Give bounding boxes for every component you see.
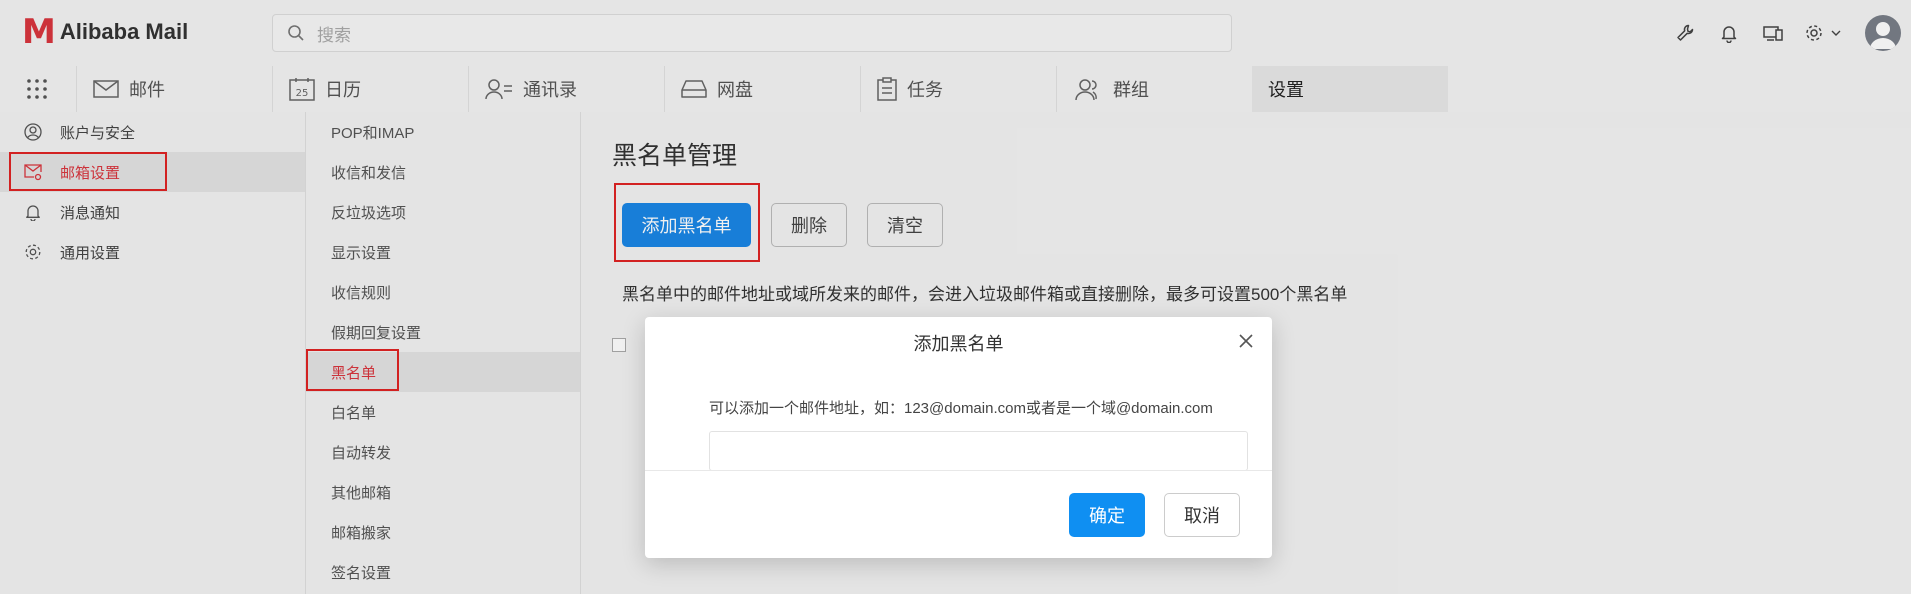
cancel-button[interactable]: 取消 [1164,493,1240,537]
dialog-hint: 可以添加一个邮件地址，如：123@domain.com或者是一个域@domain… [709,400,1213,417]
add-blacklist-dialog: 添加黑名单 可以添加一个邮件地址，如：123@domain.com或者是一个域@… [645,317,1272,558]
dialog-divider [645,470,1272,471]
close-icon[interactable] [1236,331,1256,351]
blacklist-address-input[interactable] [709,431,1248,471]
confirm-button[interactable]: 确定 [1069,493,1145,537]
dialog-title: 添加黑名单 [913,334,1004,354]
